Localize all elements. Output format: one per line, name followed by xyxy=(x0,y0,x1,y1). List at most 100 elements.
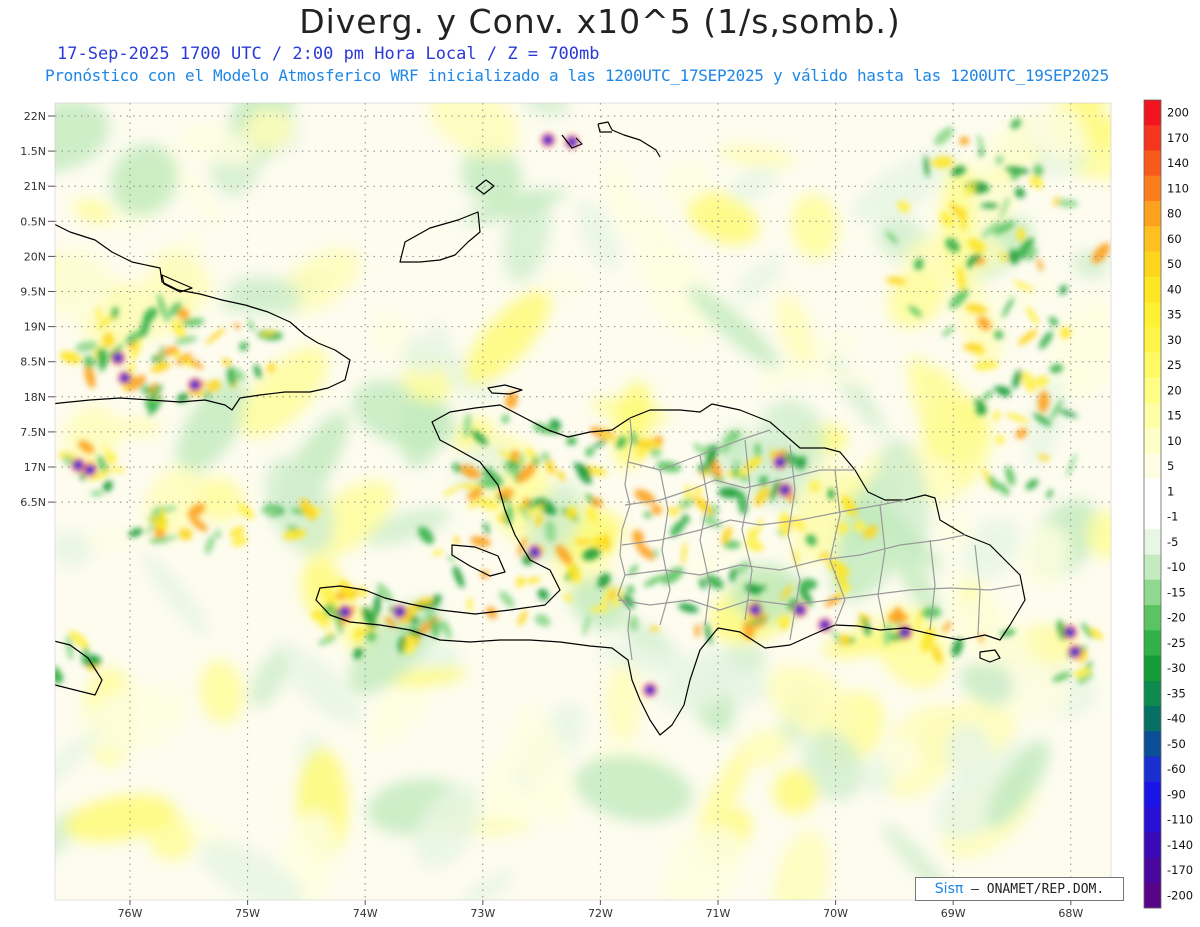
legend-label: 80 xyxy=(1167,207,1182,221)
legend-label: 200 xyxy=(1167,106,1189,120)
field-core xyxy=(1070,647,1080,657)
color-legend: 200 170 140 110 80 60 50 40 35 30 25 20 15 10 5 1 -1 -5 -1… xyxy=(1143,99,1193,909)
legend-label: -1 xyxy=(1167,510,1178,524)
field-core xyxy=(340,607,350,617)
field-core xyxy=(780,485,790,495)
legend-label: -10 xyxy=(1167,560,1186,574)
lat-label: 20N xyxy=(24,250,46,263)
legend-swatch xyxy=(1144,857,1161,884)
lat-label: 6.5N xyxy=(20,496,46,509)
field-core xyxy=(85,465,95,475)
lat-label: 19N xyxy=(24,321,46,334)
legend-label: -5 xyxy=(1167,535,1178,549)
field-core xyxy=(567,137,577,147)
legend-label: -15 xyxy=(1167,585,1186,599)
legend-swatch xyxy=(1144,403,1161,429)
map-title: Diverg. y Conv. x10^5 (1/s,somb.) xyxy=(299,2,901,41)
lat-label: 18N xyxy=(24,391,46,404)
field-core xyxy=(820,620,830,630)
field-cell xyxy=(887,612,909,623)
lon-label: 69W xyxy=(941,907,966,920)
legend-swatch xyxy=(1144,630,1161,656)
legend-swatch xyxy=(1144,327,1161,353)
lon-label: 74W xyxy=(353,907,378,920)
field-core xyxy=(73,460,83,470)
legend-label: -35 xyxy=(1167,686,1186,700)
lat-label: 7.5N xyxy=(20,426,46,439)
lat-label: 17N xyxy=(24,461,46,474)
legend-swatch xyxy=(1144,251,1161,278)
lon-label: 73W xyxy=(470,907,495,920)
legend-swatch xyxy=(1144,352,1161,379)
field-core xyxy=(750,605,760,615)
legend-label: 60 xyxy=(1167,232,1182,246)
legend-label: -20 xyxy=(1167,611,1186,625)
legend-label: -25 xyxy=(1167,636,1186,650)
legend-swatch xyxy=(1144,579,1161,606)
lon-label: 70W xyxy=(823,907,848,920)
legend-label: -50 xyxy=(1167,737,1186,751)
legend-swatch xyxy=(1144,832,1161,858)
valid-time-line: 17-Sep-2025 1700 UTC / 2:00 pm Hora Loca… xyxy=(57,44,600,64)
legend-swatch xyxy=(1144,807,1161,833)
field-core xyxy=(795,605,805,615)
legend-label: 10 xyxy=(1167,434,1182,448)
legend-swatch xyxy=(1144,428,1161,454)
lon-label: 71W xyxy=(706,907,731,920)
lon-label: 76W xyxy=(118,907,143,920)
legend-swatch xyxy=(1144,882,1161,909)
legend-swatch xyxy=(1144,605,1161,631)
legend-label: 5 xyxy=(1167,459,1174,473)
field-core xyxy=(395,607,405,617)
lat-label: 1.5N xyxy=(20,145,46,158)
legend-swatch xyxy=(1144,453,1161,480)
lon-label: 75W xyxy=(235,907,260,920)
legend-label: 1 xyxy=(1167,484,1174,498)
legend-swatch xyxy=(1144,529,1161,555)
legend-swatch xyxy=(1144,554,1161,581)
legend-label: -110 xyxy=(1167,813,1193,827)
lat-label: 9.5N xyxy=(20,286,46,299)
legend-label: 140 xyxy=(1167,156,1189,170)
model-info-line: Pronóstico con el Modelo Atmosferico WRF… xyxy=(45,66,1109,85)
lon-label: 68W xyxy=(1058,907,1083,920)
field-core xyxy=(645,685,655,695)
legend-label: 15 xyxy=(1167,409,1182,423)
legend-swatch xyxy=(1144,226,1161,252)
credit-box: Sisπ – ONAMET/REP.DOM. xyxy=(915,877,1124,901)
field-core xyxy=(120,373,130,383)
credit-org: – ONAMET/REP.DOM. xyxy=(971,882,1105,897)
legend-swatch xyxy=(1144,504,1161,530)
legend-swatch xyxy=(1144,377,1161,404)
legend-label: 25 xyxy=(1167,358,1182,372)
legend-label: 170 xyxy=(1167,131,1189,145)
legend-label: -140 xyxy=(1167,838,1193,852)
legend-swatch xyxy=(1144,175,1161,202)
legend-label: -170 xyxy=(1167,863,1193,877)
field-core xyxy=(1065,627,1075,637)
field-core xyxy=(530,547,540,557)
legend-swatch xyxy=(1144,478,1161,505)
lat-label: 22N xyxy=(24,110,46,123)
legend-swatch xyxy=(1144,731,1161,757)
lon-label: 72W xyxy=(588,907,613,920)
legend-swatch xyxy=(1144,781,1161,808)
legend-swatch xyxy=(1144,756,1161,783)
legend-label: -60 xyxy=(1167,762,1186,776)
legend-label: -40 xyxy=(1167,712,1186,726)
legend-swatch xyxy=(1144,201,1161,227)
field-cell xyxy=(694,623,701,638)
legend-label: 20 xyxy=(1167,383,1182,397)
legend-swatch xyxy=(1144,100,1161,126)
legend-swatch xyxy=(1144,706,1161,732)
lat-label: 0.5N xyxy=(20,215,46,228)
legend-label: -200 xyxy=(1167,888,1193,902)
legend-label: -90 xyxy=(1167,787,1186,801)
legend-swatch xyxy=(1144,302,1161,328)
legend-swatch xyxy=(1144,150,1161,177)
legend-swatch xyxy=(1144,655,1161,682)
field-core xyxy=(543,135,553,145)
legend-label: 40 xyxy=(1167,282,1182,296)
forecast-map: 76W 75W 74W 73W 72W 71W 70W 69W 68W 22N 1.5N 21N 0.5… xyxy=(20,99,1193,920)
field-patch xyxy=(605,660,642,743)
